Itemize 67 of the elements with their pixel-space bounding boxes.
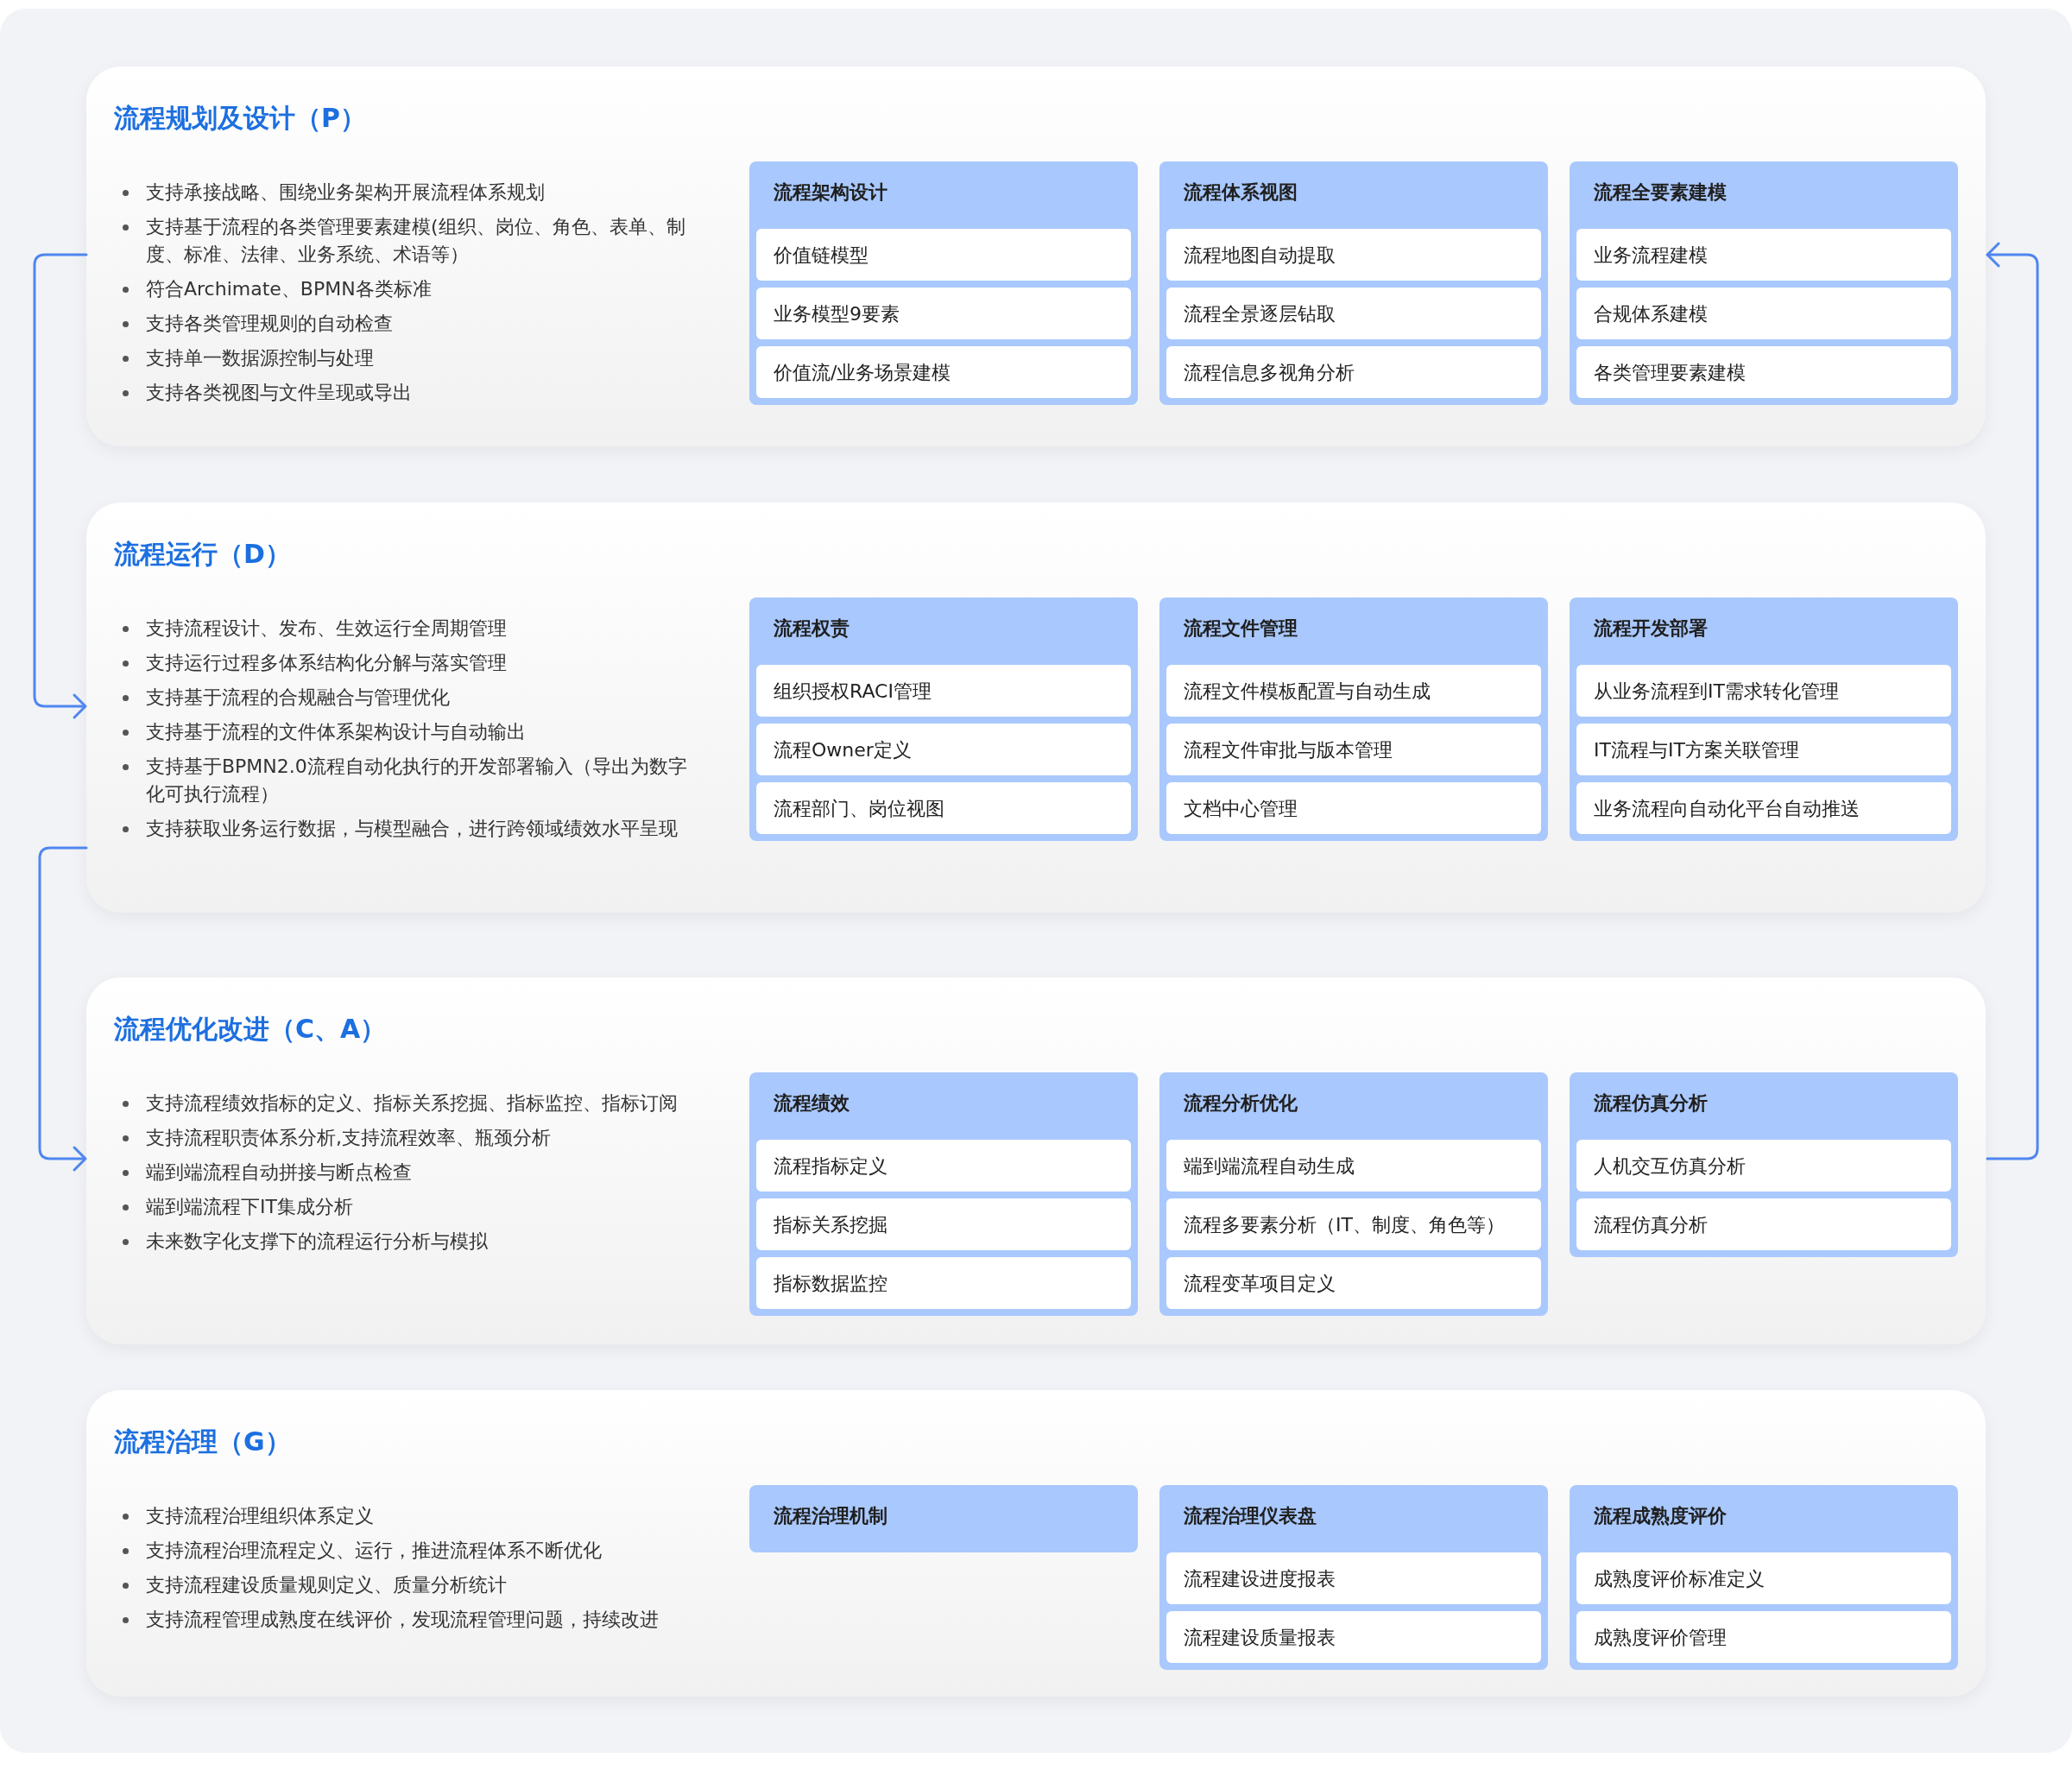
feature-item: 各类管理要素建模 bbox=[1576, 346, 1951, 398]
group-title: 流程治理机制 bbox=[773, 1503, 888, 1528]
bullet-text: 支持基于流程的各类管理要素建模(组织、岗位、角色、表单、制度、标准、法律、业务系统、术语等） bbox=[146, 215, 686, 267]
feature-item: 流程指标定义 bbox=[756, 1140, 1131, 1192]
feature-item: 业务模型9要素 bbox=[756, 288, 1131, 339]
bullet-text: 支持各类管理规则的自动检查 bbox=[146, 312, 393, 336]
feature-item: 流程建设进度报表 bbox=[1166, 1552, 1541, 1604]
section-title: 流程优化改进（C、A） bbox=[114, 1013, 388, 1046]
feature-item: 业务流程建模 bbox=[1576, 229, 1951, 281]
feature-item: 流程地图自动提取 bbox=[1166, 229, 1541, 281]
feature-item: 人机交互仿真分析 bbox=[1576, 1140, 1951, 1192]
feature-item: 合规体系建模 bbox=[1576, 288, 1951, 339]
feature-item: 指标关系挖掘 bbox=[756, 1198, 1131, 1250]
bullet-text: 支持流程治理流程定义、运行，推进流程体系不断优化 bbox=[146, 1539, 602, 1563]
feature-item: 流程建设质量报表 bbox=[1166, 1611, 1541, 1663]
feature-item: 流程Owner定义 bbox=[756, 724, 1131, 775]
section-title: 流程运行（D） bbox=[114, 538, 292, 571]
bullet-text: 未来数字化支撑下的流程运行分析与模拟 bbox=[146, 1230, 488, 1254]
bullet-text: 支持获取业务运行数据，与模型融合，进行跨领域绩效水平呈现 bbox=[146, 817, 678, 841]
feature-item: 流程变革项目定义 bbox=[1166, 1257, 1541, 1309]
bullet-text: 符合Archimate、BPMN各类标准 bbox=[146, 277, 432, 301]
bullet-text: 支持运行过程多体系结构化分解与落实管理 bbox=[146, 651, 507, 675]
bullet-text: 支持基于流程的合规融合与管理优化 bbox=[146, 686, 450, 710]
feature-item: 从业务流程到IT需求转化管理 bbox=[1576, 665, 1951, 717]
section-title: 流程规划及设计（P） bbox=[114, 102, 367, 135]
section-title: 流程治理（G） bbox=[114, 1426, 292, 1458]
feature-item: 流程全景逐层钻取 bbox=[1166, 288, 1541, 339]
bullet-text: 支持流程绩效指标的定义、指标关系挖掘、指标监控、指标订阅 bbox=[146, 1091, 678, 1116]
bullet-text: 端到端流程自动拼接与断点检查 bbox=[146, 1160, 412, 1185]
group-title: 流程仿真分析 bbox=[1593, 1090, 1709, 1116]
group-title: 流程绩效 bbox=[773, 1090, 850, 1116]
feature-item: 组织授权RACI管理 bbox=[756, 665, 1131, 717]
bullet-text: 支持基于BPMN2.0流程自动化执行的开发部署输入（导出为数字化可执行流程） bbox=[146, 755, 688, 806]
feature-item: 成熟度评价标准定义 bbox=[1576, 1552, 1951, 1604]
feature-item: 价值链模型 bbox=[756, 229, 1131, 281]
bullet-text: 支持承接战略、围绕业务架构开展流程体系规划 bbox=[146, 180, 545, 205]
feature-item: 端到端流程自动生成 bbox=[1166, 1140, 1541, 1192]
feature-item: 流程信息多视角分析 bbox=[1166, 346, 1541, 398]
bullet-text: 支持流程职责体系分析,支持流程效率、瓶颈分析 bbox=[146, 1126, 551, 1150]
group-title: 流程开发部署 bbox=[1593, 616, 1709, 641]
bullet-text: 支持流程建设质量规则定义、质量分析统计 bbox=[146, 1573, 507, 1597]
feature-item: 流程文件模板配置与自动生成 bbox=[1166, 665, 1541, 717]
feature-item: IT流程与IT方案关联管理 bbox=[1576, 724, 1951, 775]
group-title: 流程文件管理 bbox=[1183, 616, 1298, 641]
group-title: 流程治理仪表盘 bbox=[1183, 1503, 1317, 1528]
feature-item: 流程文件审批与版本管理 bbox=[1166, 724, 1541, 775]
bullet-text: 支持流程设计、发布、生效运行全周期管理 bbox=[146, 616, 507, 641]
feature-item: 业务流程向自动化平台自动推送 bbox=[1576, 782, 1951, 834]
bullet-text: 支持各类视图与文件呈现或导出 bbox=[146, 381, 412, 405]
feature-item: 文档中心管理 bbox=[1166, 782, 1541, 834]
feature-item: 指标数据监控 bbox=[756, 1257, 1131, 1309]
feature-item: 流程部门、岗位视图 bbox=[756, 782, 1131, 834]
group-title: 流程架构设计 bbox=[773, 180, 888, 205]
bullet-text: 支持流程管理成熟度在线评价，发现流程管理问题，持续改进 bbox=[146, 1608, 659, 1632]
bullet-text: 端到端流程下IT集成分析 bbox=[146, 1195, 353, 1219]
feature-item: 流程仿真分析 bbox=[1576, 1198, 1951, 1250]
bullet-text: 支持基于流程的文件体系架构设计与自动输出 bbox=[146, 720, 526, 744]
bullet-text: 支持流程治理组织体系定义 bbox=[146, 1504, 374, 1528]
group-title: 流程分析优化 bbox=[1183, 1090, 1298, 1116]
group-title: 流程权责 bbox=[773, 616, 850, 641]
group-title: 流程成熟度评价 bbox=[1593, 1503, 1728, 1528]
group-title: 流程全要素建模 bbox=[1593, 180, 1728, 205]
group-title: 流程体系视图 bbox=[1183, 180, 1298, 205]
feature-item: 价值流/业务场景建模 bbox=[756, 346, 1131, 398]
bullet-text: 支持单一数据源控制与处理 bbox=[146, 346, 374, 370]
feature-item: 成熟度评价管理 bbox=[1576, 1611, 1951, 1663]
feature-item: 流程多要素分析（IT、制度、角色等） bbox=[1166, 1198, 1541, 1250]
